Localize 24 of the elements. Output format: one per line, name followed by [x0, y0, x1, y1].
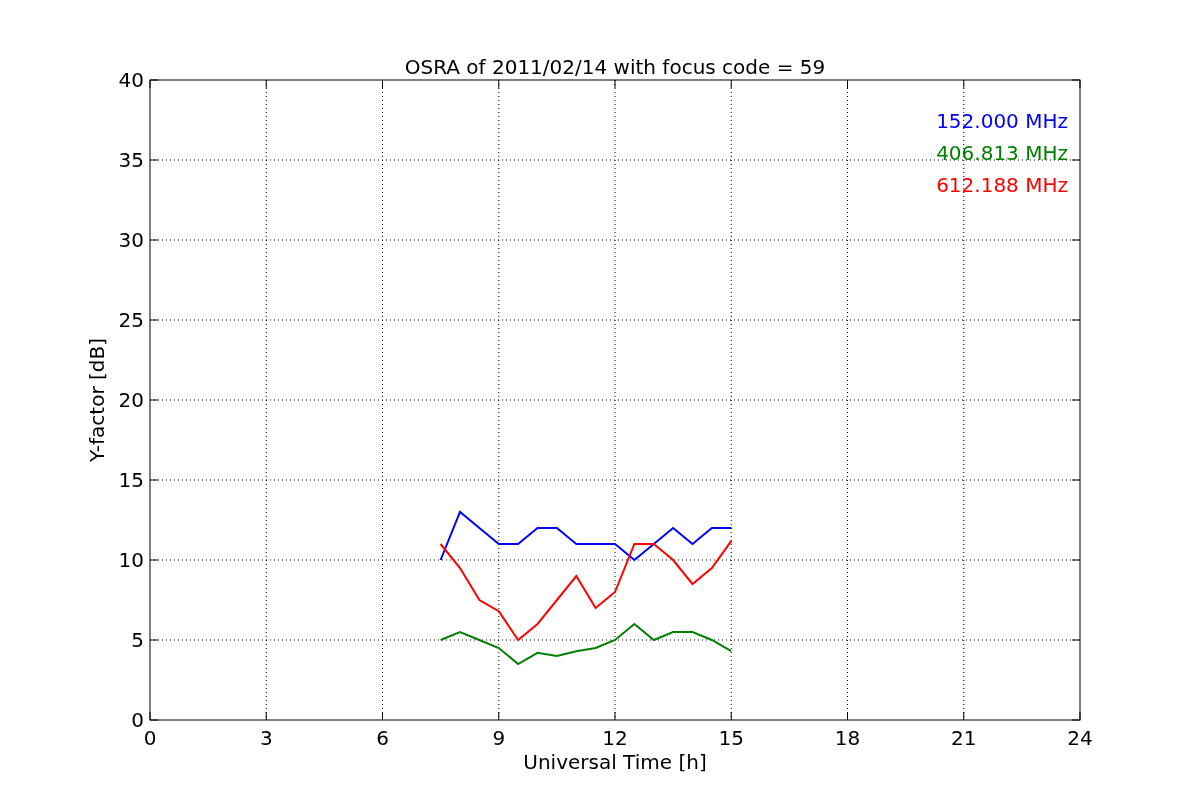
legend-label: 152.000 MHz — [936, 109, 1068, 133]
y-tick-label: 5 — [131, 628, 144, 652]
x-tick-label: 6 — [376, 726, 389, 750]
y-tick-label: 25 — [118, 308, 144, 332]
x-tick-label: 0 — [143, 726, 157, 750]
x-tick-label: 21 — [951, 726, 977, 750]
y-axis-title: Y-factor [dB] — [85, 338, 109, 462]
y-tick-label: 40 — [118, 68, 144, 92]
legend-label: 612.188 MHz — [936, 173, 1068, 197]
chart-title: OSRA of 2011/02/14 with focus code = 59 — [404, 55, 826, 79]
x-tick-label: 3 — [259, 726, 273, 750]
y-tick-label: 35 — [118, 148, 144, 172]
y-tick-label: 30 — [118, 228, 144, 252]
y-tick-label: 10 — [118, 548, 144, 572]
y-tick-label: 15 — [118, 468, 144, 492]
x-axis-title: Universal Time [h] — [523, 750, 707, 774]
x-tick-label: 12 — [602, 726, 628, 750]
x-tick-label: 24 — [1067, 726, 1093, 750]
x-tick-label: 15 — [718, 726, 744, 750]
legend-label: 406.813 MHz — [936, 141, 1068, 165]
y-tick-label: 0 — [131, 708, 144, 732]
y-tick-label: 20 — [118, 388, 144, 412]
x-tick-label: 18 — [834, 726, 861, 750]
x-tick-label: 9 — [492, 726, 506, 750]
